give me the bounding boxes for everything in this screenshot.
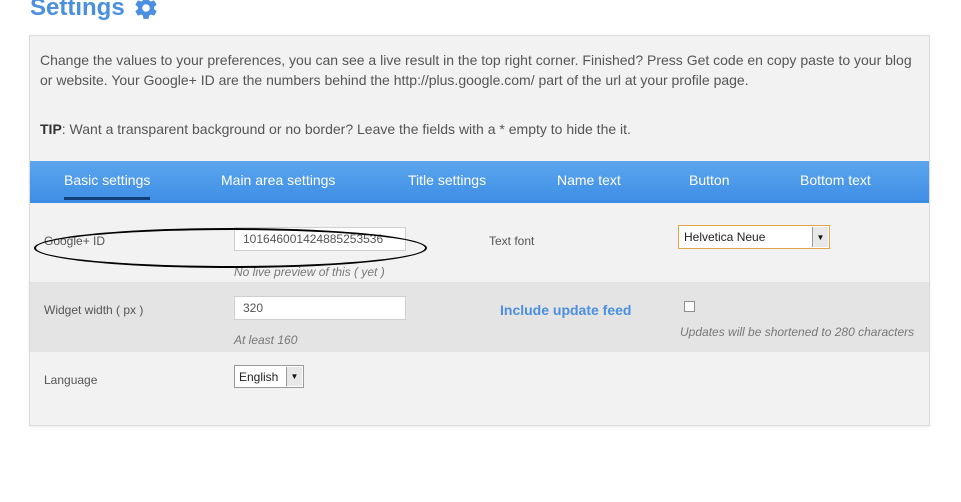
tip-label: TIP [40,121,62,137]
gear-icon [135,0,157,19]
tab-name-text[interactable]: Name text [557,161,621,203]
text-font-label: Text font [489,234,535,248]
widget-width-input[interactable]: 320 [234,296,406,320]
google-id-hint: No live preview of this ( yet ) [234,265,385,279]
page-title-text: Settings [30,0,125,21]
tip-text: TIP: Want a transparent background or no… [40,121,920,137]
intro-text: Change the values to your preferences, y… [40,52,912,88]
text-font-select[interactable]: Helvetica Neue ▼ [678,225,830,249]
google-id-label: Google+ ID [44,234,106,248]
update-feed-checkbox[interactable] [684,301,695,312]
tab-bottom-text[interactable]: Bottom text [800,161,871,203]
tab-basic-settings[interactable]: Basic settings [64,161,151,200]
update-feed-hint: Updates will be shortened to 280 charact… [680,325,915,339]
row-google-id: Google+ ID 101646001424885253536 No live… [30,203,929,282]
settings-tabs: Basic settings Main area settings Title … [30,161,929,203]
widget-width-label: Widget width ( px ) [44,303,144,317]
settings-panel: Change the values to your preferences, y… [29,35,930,426]
text-font-value: Helvetica Neue [684,230,766,244]
tab-title-settings[interactable]: Title settings [408,161,486,203]
language-select[interactable]: English ▼ [234,365,304,388]
chevron-down-icon: ▼ [286,367,302,386]
tab-main-area-settings[interactable]: Main area settings [221,161,335,203]
page-title: Settings [30,0,159,22]
tab-button[interactable]: Button [689,161,729,203]
widget-width-hint: At least 160 [234,333,298,347]
row-widget-width: Widget width ( px ) 320 At least 160 Inc… [30,282,929,352]
google-id-input[interactable]: 101646001424885253536 [234,227,406,251]
row-language: Language English ▼ [30,352,929,425]
chevron-down-icon: ▼ [812,227,828,247]
update-feed-label: Include update feed [500,302,632,318]
language-value: English [239,369,279,384]
tip-body: : Want a transparent background or no bo… [61,121,631,137]
language-label: Language [44,373,98,387]
